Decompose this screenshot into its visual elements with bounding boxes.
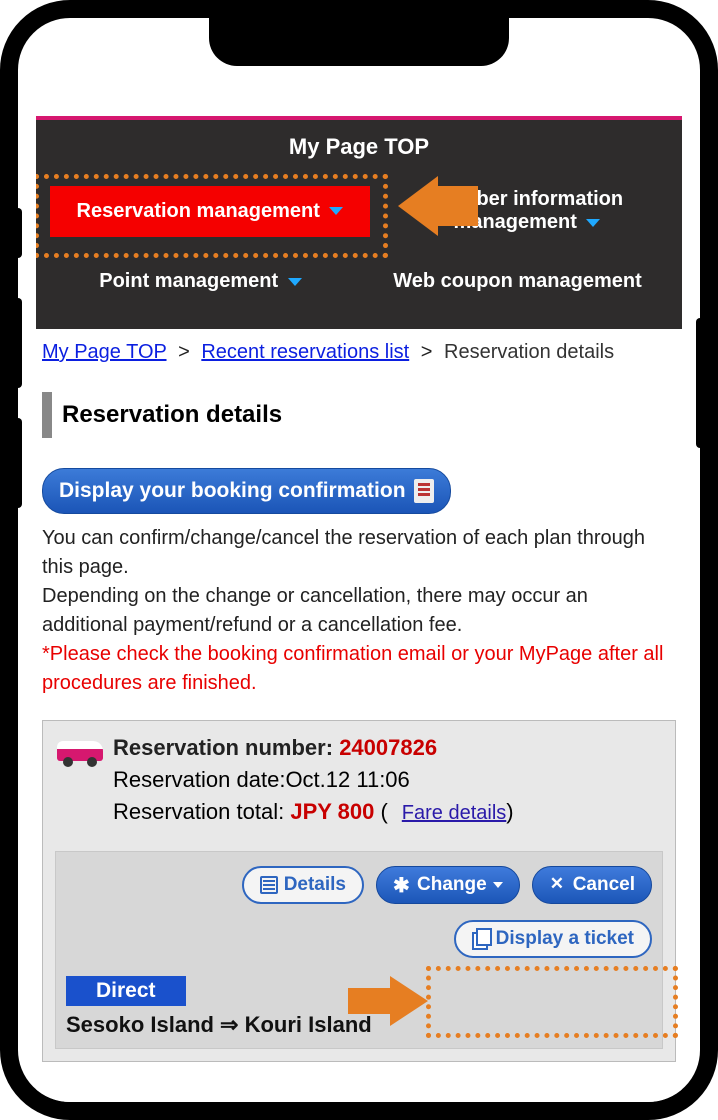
breadcrumb-current: Reservation details xyxy=(444,341,614,363)
fare-details-link[interactable]: Fare details xyxy=(402,802,507,824)
reservation-number-line: Reservation number: 24007826 xyxy=(113,735,663,761)
chevron-down-icon xyxy=(493,882,503,888)
phone-side-button xyxy=(14,298,22,388)
nav-point-management[interactable]: Point management xyxy=(42,256,359,307)
nav-label: Web coupon management xyxy=(393,270,642,292)
button-label: Display your booking confirmation xyxy=(59,479,406,503)
card-lines: Reservation number: 24007826 Reservation… xyxy=(113,735,663,831)
display-ticket-button[interactable]: Display a ticket xyxy=(454,920,652,958)
chevron-down-icon xyxy=(288,278,302,286)
screen: My Page TOP Reservation management Membe… xyxy=(36,36,682,1102)
breadcrumb-separator: > xyxy=(178,341,190,363)
paren-close: ) xyxy=(506,799,513,824)
change-button[interactable]: Change xyxy=(376,866,520,904)
close-icon xyxy=(549,876,567,894)
annotation-arrow-icon xyxy=(388,176,478,246)
annotation-arrow-icon xyxy=(348,976,428,1026)
button-label: Cancel xyxy=(573,874,635,896)
nav-label: Point management xyxy=(99,270,278,292)
notice-text: You can confirm/change/cancel the reserv… xyxy=(36,524,682,698)
header: My Page TOP Reservation management Membe… xyxy=(36,120,682,329)
document-icon xyxy=(260,876,278,894)
button-label: Display a ticket xyxy=(496,928,634,950)
nav-reservation-management[interactable]: Reservation management xyxy=(50,186,370,237)
phone-notch xyxy=(209,18,509,66)
display-booking-confirmation-button[interactable]: Display your booking confirmation xyxy=(42,468,451,514)
chevron-down-icon xyxy=(329,207,343,215)
gear-icon xyxy=(393,876,411,894)
cancel-button[interactable]: Cancel xyxy=(532,866,652,904)
phone-side-button xyxy=(696,318,704,448)
nav-row-2: Point management Web coupon management xyxy=(42,252,676,311)
header-title[interactable]: My Page TOP xyxy=(42,134,676,160)
phone-frame: My Page TOP Reservation management Membe… xyxy=(0,0,718,1120)
notice-line: Depending on the change or cancellation,… xyxy=(42,582,676,640)
card-head: Reservation number: 24007826 Reservation… xyxy=(55,735,663,831)
notice-line: You can confirm/change/cancel the reserv… xyxy=(42,524,676,582)
pdf-document-icon xyxy=(414,479,434,503)
paren-open: ( xyxy=(380,799,387,824)
title-accent-bar xyxy=(42,392,52,438)
direct-badge: Direct xyxy=(66,976,186,1006)
nav-web-coupon-management[interactable]: Web coupon management xyxy=(359,256,676,307)
reservation-total-value: JPY 800 xyxy=(290,799,374,824)
breadcrumb: My Page TOP > Recent reservations list >… xyxy=(36,329,682,376)
phone-side-button xyxy=(14,208,22,258)
ticket-row: Display a ticket xyxy=(66,920,652,958)
ticket-copy-icon xyxy=(472,930,490,948)
button-label: Details xyxy=(284,874,346,896)
bus-icon xyxy=(55,737,105,769)
breadcrumb-recent[interactable]: Recent reservations list xyxy=(201,341,409,363)
action-row: Details Change Cancel xyxy=(66,866,652,904)
chevron-down-icon xyxy=(586,219,600,227)
reservation-date-line: Reservation date:Oct.12 11:06 xyxy=(113,767,663,793)
breadcrumb-top[interactable]: My Page TOP xyxy=(42,341,167,363)
reservation-date-value: Oct.12 11:06 xyxy=(285,767,409,792)
button-label: Change xyxy=(417,874,487,896)
reservation-date-label: Reservation date: xyxy=(113,767,285,792)
reservation-number-label: Reservation number: xyxy=(113,735,333,760)
reservation-total-line: Reservation total: JPY 800 ( Fare details… xyxy=(113,799,663,825)
phone-side-button xyxy=(14,418,22,508)
reservation-total-label: Reservation total: xyxy=(113,799,284,824)
nav-label: Reservation management xyxy=(77,200,320,222)
reservation-number-value: 24007826 xyxy=(339,735,437,760)
page-title-wrap: Reservation details xyxy=(36,384,682,446)
breadcrumb-separator: > xyxy=(421,341,433,363)
page-title: Reservation details xyxy=(62,401,282,429)
details-button[interactable]: Details xyxy=(242,866,364,904)
notice-warning: *Please check the booking confirmation e… xyxy=(42,640,676,698)
nav-row-1: Reservation management Member informatio… xyxy=(42,170,676,252)
